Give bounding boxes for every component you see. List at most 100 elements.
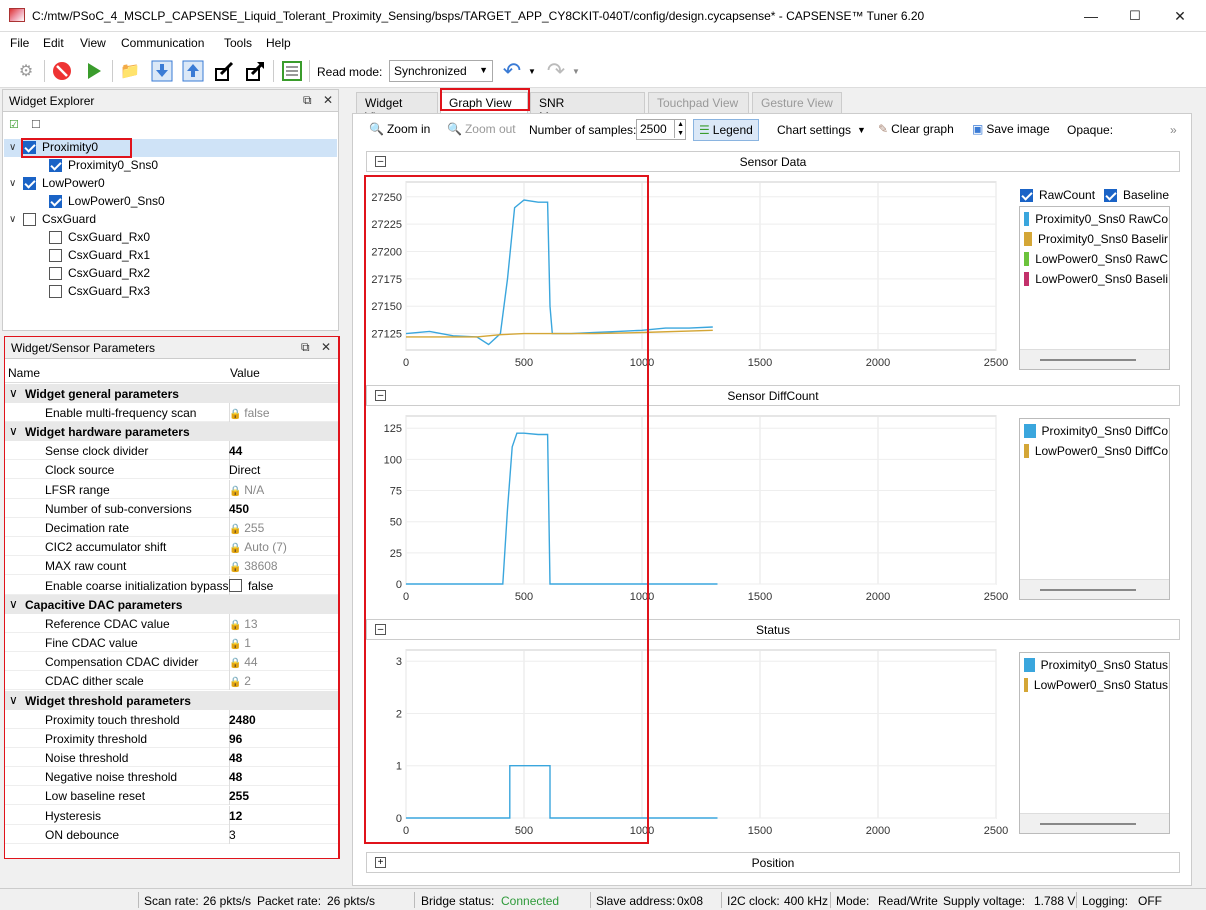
- zoom-in-button[interactable]: 🔍 Zoom in: [369, 122, 430, 136]
- param-value[interactable]: 🔒 38608: [229, 559, 278, 573]
- param-row[interactable]: ON debounce 3: [5, 824, 338, 844]
- tree-item[interactable]: ∨ CsxGuard: [9, 212, 96, 226]
- more-icon[interactable]: »: [1170, 123, 1177, 137]
- expand-chevron-icon[interactable]: ∨: [9, 178, 21, 189]
- param-row[interactable]: Decimation rate 🔒 255: [5, 518, 338, 537]
- legend-item[interactable]: LowPower0_Sns0 RawC: [1024, 252, 1168, 266]
- param-row[interactable]: Compensation CDAC divider 🔒 44: [5, 652, 338, 672]
- tab-snr-measurement[interactable]: SNR Measurement: [530, 92, 645, 124]
- legend-item[interactable]: LowPower0_Sns0 Baseli: [1024, 272, 1168, 286]
- collapse-chevron-icon[interactable]: ∨: [9, 597, 18, 611]
- tab-widget-view[interactable]: Widget View: [356, 92, 438, 124]
- read-mode-select[interactable]: Synchronized ▼: [389, 60, 493, 82]
- export-icon[interactable]: [243, 59, 267, 83]
- undo-icon[interactable]: ↶: [500, 58, 524, 83]
- param-value[interactable]: 🔒 false: [229, 406, 270, 420]
- param-value[interactable]: 48: [229, 751, 242, 765]
- param-group[interactable]: ∨ Widget hardware parameters: [5, 422, 338, 442]
- legend-scrollbar[interactable]: [1020, 349, 1169, 369]
- start-icon[interactable]: [82, 59, 106, 83]
- param-row[interactable]: Sense clock divider 44: [5, 441, 338, 461]
- tree-item[interactable]: CsxGuard_Rx3: [49, 284, 150, 298]
- tree-item[interactable]: LowPower0_Sns0: [49, 194, 165, 208]
- zoom-out-button[interactable]: 🔍 Zoom out: [447, 122, 516, 136]
- section-status[interactable]: – Status: [366, 619, 1180, 640]
- param-row[interactable]: Enable multi-frequency scan 🔒 false: [5, 403, 338, 422]
- expand-chevron-icon[interactable]: ∨: [9, 142, 21, 153]
- tab-gesture-view[interactable]: Gesture View: [752, 92, 842, 114]
- samples-spinbox[interactable]: 2500 ▲ ▼: [636, 119, 686, 140]
- param-value[interactable]: 🔒 N/A: [229, 483, 264, 497]
- param-value[interactable]: 48: [229, 770, 242, 784]
- scrollbar-thumb[interactable]: [1040, 589, 1136, 591]
- legend-item[interactable]: LowPower0_Sns0 Status: [1024, 678, 1168, 692]
- tree-item[interactable]: CsxGuard_Rx2: [49, 266, 150, 280]
- param-value[interactable]: 🔒 13: [229, 617, 258, 631]
- param-value[interactable]: 2480: [229, 713, 256, 727]
- param-value[interactable]: 🔒 2: [229, 674, 251, 688]
- param-value[interactable]: 🔒 44: [229, 655, 258, 669]
- legend-toggle-button[interactable]: ☰ Legend: [693, 119, 759, 141]
- menu-tools[interactable]: Tools: [224, 36, 252, 50]
- log-icon[interactable]: [280, 59, 304, 83]
- param-value[interactable]: false: [229, 578, 273, 593]
- param-row[interactable]: Clock source Direct: [5, 460, 338, 480]
- param-value[interactable]: Direct: [229, 463, 260, 477]
- section-position[interactable]: + Position: [366, 852, 1180, 873]
- baseline-checkbox[interactable]: Baseline: [1104, 188, 1169, 202]
- tree-item[interactable]: CsxGuard_Rx1: [49, 248, 150, 262]
- param-row[interactable]: MAX raw count 🔒 38608: [5, 556, 338, 576]
- param-row[interactable]: Hysteresis 12: [5, 805, 338, 825]
- param-value[interactable]: 🔒 1: [229, 636, 251, 650]
- param-row[interactable]: Reference CDAC value 🔒 13: [5, 613, 338, 633]
- redo-icon[interactable]: ↷: [544, 58, 568, 83]
- param-value[interactable]: 96: [229, 732, 242, 746]
- tab-graph-view[interactable]: Graph View: [440, 92, 528, 114]
- tab-touchpad-view[interactable]: Touchpad View: [648, 92, 749, 114]
- section-diffcount[interactable]: – Sensor DiffCount: [366, 385, 1180, 406]
- checkbox-icon[interactable]: [23, 176, 36, 190]
- checkbox-icon[interactable]: [49, 194, 62, 208]
- uncheck-all-icon[interactable]: ☐: [31, 118, 41, 131]
- check-all-icon[interactable]: ☑: [9, 118, 19, 131]
- param-value[interactable]: 12: [229, 809, 242, 823]
- checkbox-icon[interactable]: [49, 266, 62, 280]
- checkbox-icon[interactable]: [49, 284, 62, 298]
- param-value[interactable]: 3: [229, 828, 236, 842]
- checkbox-icon[interactable]: [23, 140, 36, 154]
- tree-item[interactable]: CsxGuard_Rx0: [49, 230, 150, 244]
- read-icon[interactable]: [150, 59, 174, 83]
- save-image-button[interactable]: ▣ Save image: [972, 122, 1050, 136]
- close-icon[interactable]: ✕: [1172, 8, 1188, 24]
- menu-edit[interactable]: Edit: [43, 36, 64, 50]
- param-value[interactable]: 450: [229, 502, 249, 516]
- param-row[interactable]: Number of sub-conversions 450: [5, 498, 338, 518]
- legend-scrollbar[interactable]: [1020, 579, 1169, 599]
- legend-item[interactable]: Proximity0_Sns0 Status: [1024, 658, 1168, 672]
- checkbox-icon[interactable]: [23, 212, 36, 226]
- param-value[interactable]: 🔒 255: [229, 521, 264, 535]
- write-icon[interactable]: [181, 59, 205, 83]
- param-value[interactable]: 255: [229, 789, 249, 803]
- expand-chevron-icon[interactable]: ∨: [9, 214, 21, 225]
- param-row[interactable]: Proximity threshold 96: [5, 728, 338, 748]
- open-icon[interactable]: 📁: [118, 59, 142, 83]
- param-row[interactable]: Noise threshold 48: [5, 748, 338, 767]
- checkbox-icon[interactable]: [49, 158, 62, 172]
- scrollbar-thumb[interactable]: [1040, 359, 1136, 361]
- legend-item[interactable]: LowPower0_Sns0 DiffCo: [1024, 444, 1168, 458]
- section-sensor-data[interactable]: – Sensor Data: [366, 151, 1180, 172]
- param-row[interactable]: Fine CDAC value 🔒 1: [5, 633, 338, 652]
- close-panel-icon[interactable]: ✕: [323, 93, 333, 107]
- tree-item[interactable]: ∨ LowPower0: [9, 176, 105, 190]
- menu-communication[interactable]: Communication: [121, 36, 204, 50]
- param-row[interactable]: CIC2 accumulator shift 🔒 Auto (7): [5, 537, 338, 557]
- legend-item[interactable]: Proximity0_Sns0 Baselir: [1024, 232, 1168, 246]
- param-row[interactable]: Proximity touch threshold 2480: [5, 709, 338, 729]
- rawcount-checkbox[interactable]: RawCount: [1020, 188, 1095, 202]
- checkbox-icon[interactable]: [229, 578, 242, 592]
- param-group[interactable]: ∨ Widget general parameters: [5, 384, 338, 403]
- param-row[interactable]: Negative noise threshold 48: [5, 767, 338, 787]
- float-icon[interactable]: ⧉: [301, 340, 310, 355]
- param-row[interactable]: Enable coarse initialization bypass false: [5, 575, 338, 595]
